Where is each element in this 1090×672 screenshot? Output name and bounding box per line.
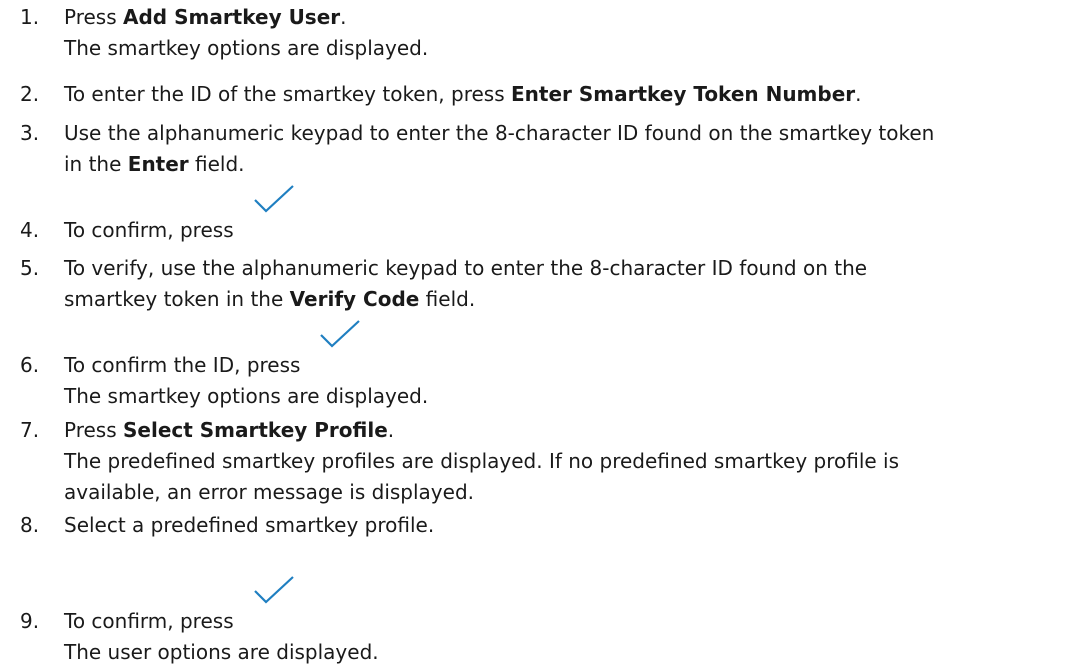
step-result: The smartkey options are displayed.: [64, 36, 429, 60]
step-text: To confirm, press: [64, 218, 234, 242]
step-text: Press: [64, 418, 123, 442]
step-number: 5.: [20, 256, 40, 280]
ui-label: Add Smartkey User: [123, 5, 341, 29]
step-result: The smartkey options are displayed.: [64, 384, 429, 408]
ui-label: Verify Code: [289, 287, 420, 311]
step-number: 6.: [20, 353, 40, 377]
step-result: The user options are displayed.: [64, 640, 379, 664]
step-result: The predefined smartkey profiles are dis…: [64, 449, 900, 473]
step-number: 1.: [20, 5, 40, 29]
step-result: available, an error message is displayed…: [64, 480, 474, 504]
step-text: To enter the ID of the smartkey token, p…: [64, 82, 511, 106]
checkmark-icon: [252, 183, 296, 217]
step-number: 8.: [20, 513, 40, 537]
step-number: 9.: [20, 609, 40, 633]
checkmark-icon: [252, 574, 296, 608]
step-text: Select a predefined smartkey profile.: [64, 513, 435, 537]
checkmark-icon: [318, 318, 362, 352]
step-text: To verify, use the alphanumeric keypad t…: [64, 256, 868, 280]
step-number: 2.: [20, 82, 40, 106]
ui-label: Enter Smartkey Token Number: [510, 82, 856, 106]
ui-label: Select Smartkey Profile: [123, 418, 388, 442]
step-text: Press: [64, 5, 123, 29]
ui-label: Enter: [127, 152, 189, 176]
step-text: Use the alphanumeric keypad to enter the…: [64, 121, 935, 145]
step-number: 3.: [20, 121, 40, 145]
step-number: 4.: [20, 218, 40, 242]
step-number: 7.: [20, 418, 40, 442]
step-text: To confirm, press: [64, 609, 234, 633]
step-text: To confirm the ID, press: [64, 353, 301, 377]
